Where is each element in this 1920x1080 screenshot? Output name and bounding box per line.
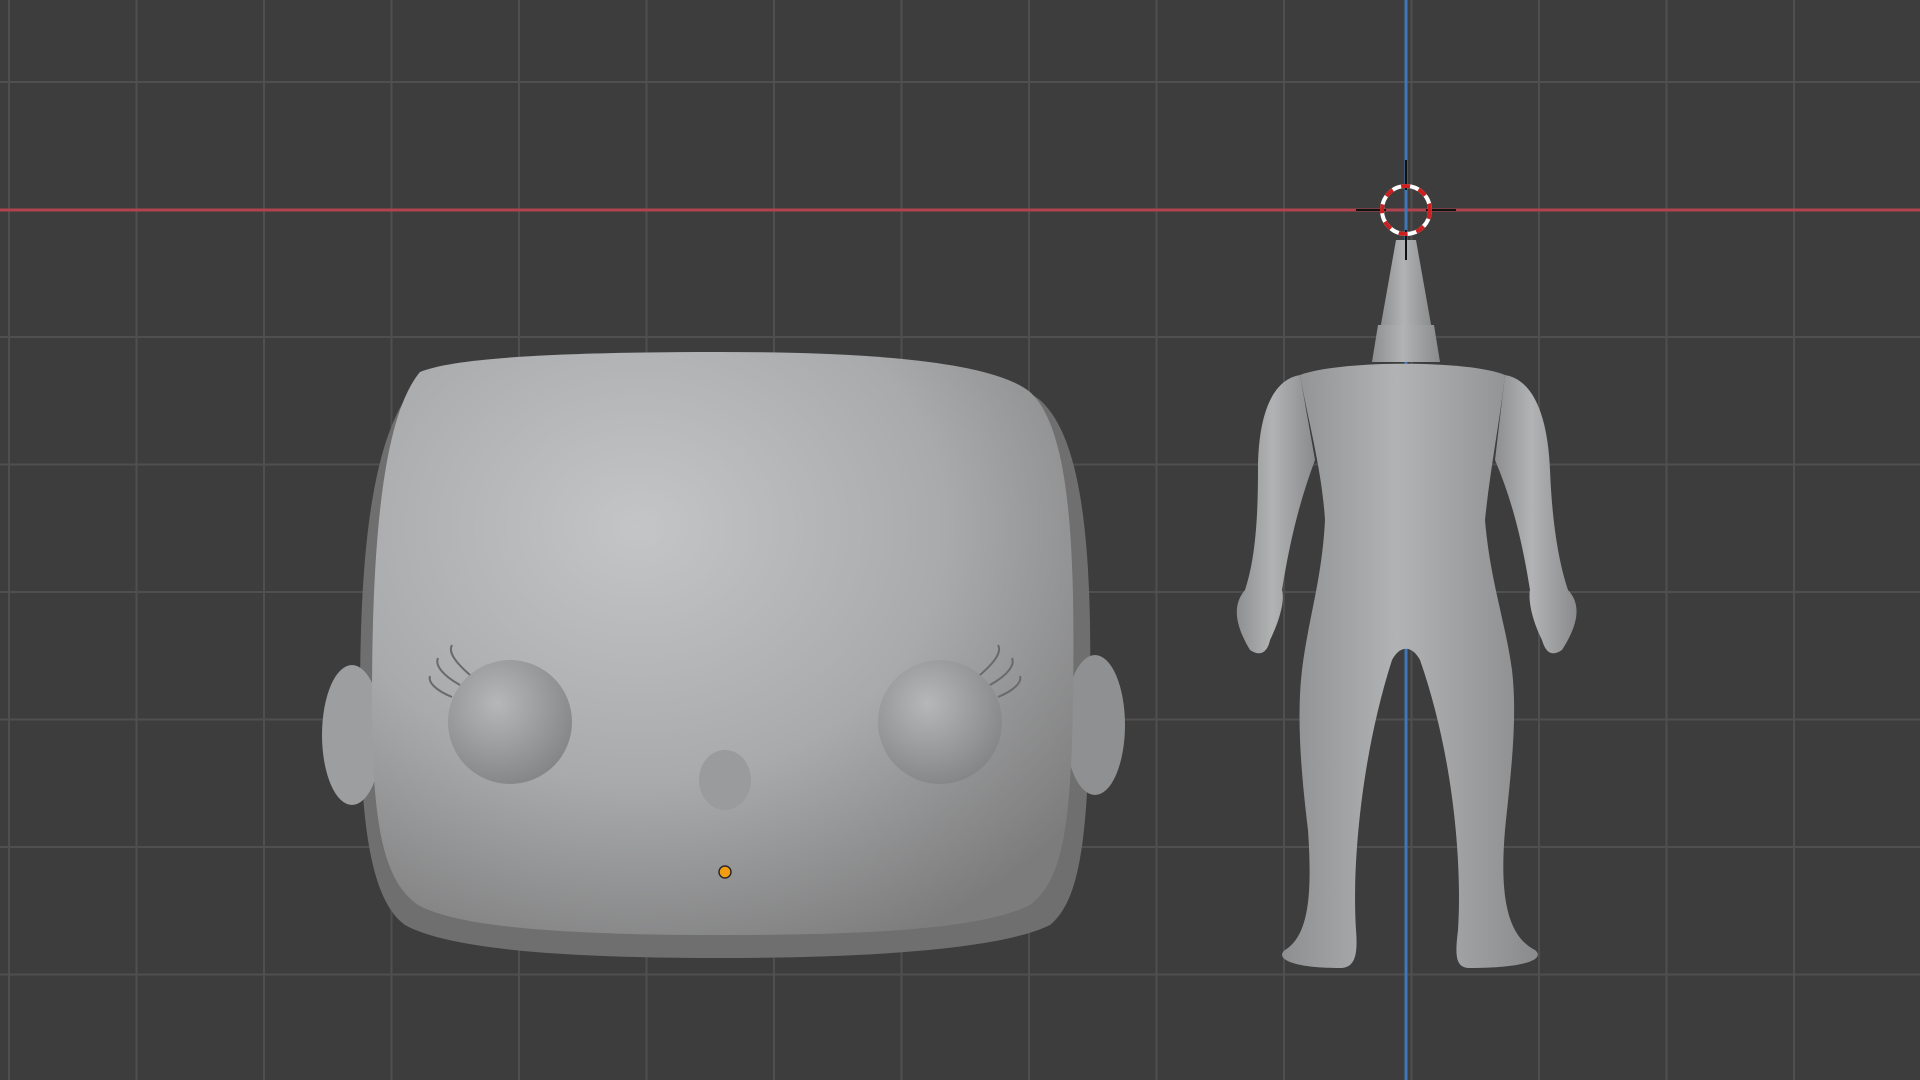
- right-ear: [1065, 655, 1125, 795]
- left-eye: [448, 660, 572, 784]
- viewport-canvas[interactable]: [0, 0, 1920, 1080]
- head-object[interactable]: [322, 352, 1125, 958]
- nose: [699, 750, 751, 810]
- right-eye: [878, 660, 1002, 784]
- object-origin-marker[interactable]: [718, 865, 732, 879]
- 3d-viewport[interactable]: [0, 0, 1920, 1080]
